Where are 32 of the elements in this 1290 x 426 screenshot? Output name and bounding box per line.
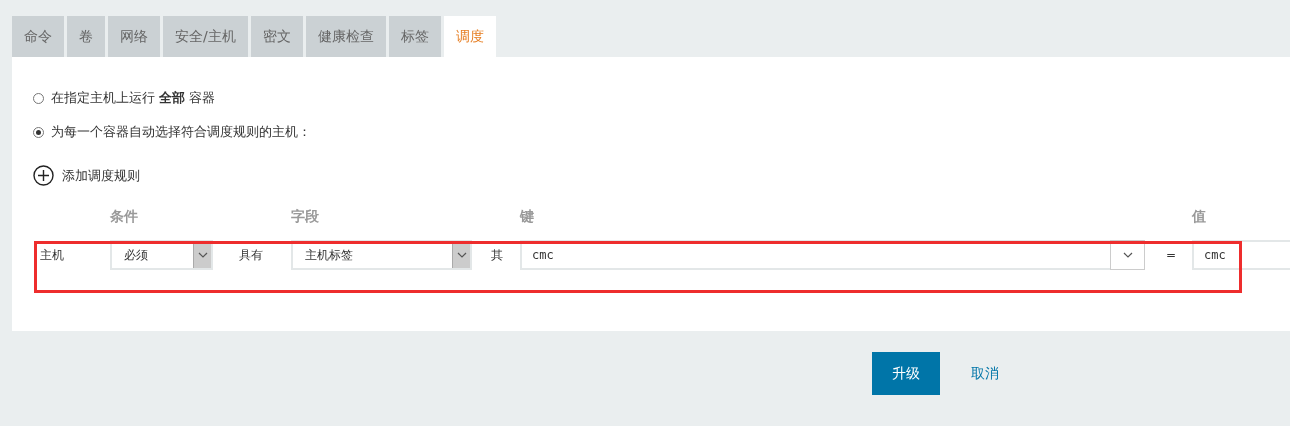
key-field[interactable]: cmc [520,240,1110,270]
radio-button[interactable] [33,92,44,104]
tab[interactable]: 命令 [12,16,64,57]
column-header: 字段 [291,208,320,226]
chevron-down-icon [456,252,467,258]
field-select[interactable]: 主机标签 [291,240,472,270]
rule-subject: 主机 [40,246,64,264]
plus-circle-icon[interactable] [33,165,54,186]
tab[interactable]: 调度 [443,16,496,57]
radio-button[interactable] [33,126,44,138]
cancel-link[interactable]: 取消 [963,352,1007,395]
tab[interactable]: 卷 [67,16,105,57]
condition-select[interactable]: 必须 [110,240,213,270]
radio-label[interactable]: 为每一个容器自动选择符合调度规则的主机： [51,123,311,141]
value-field[interactable]: cmc [1192,240,1290,270]
chevron-down-icon [197,252,208,258]
radio-label[interactable]: 在指定主机上运行 全部 容器 [51,89,216,107]
tab[interactable]: 标签 [388,16,441,57]
its-label: 其 [491,246,503,264]
has-label: 具有 [239,246,263,264]
column-header: 值 [1192,208,1207,226]
chevron-down-icon [1122,252,1133,258]
tab[interactable]: 健康检查 [305,16,386,57]
tab[interactable]: 安全/主机 [163,16,248,57]
column-header: 键 [520,208,535,226]
column-header: 条件 [110,208,139,226]
tab[interactable]: 网络 [108,16,160,57]
tab[interactable]: 密文 [250,16,303,57]
add-rule-button[interactable]: 添加调度规则 [62,166,140,185]
dropdown-button[interactable] [1110,240,1145,270]
equals-sign: = [1166,248,1177,262]
upgrade-button[interactable]: 升级 [872,352,940,395]
